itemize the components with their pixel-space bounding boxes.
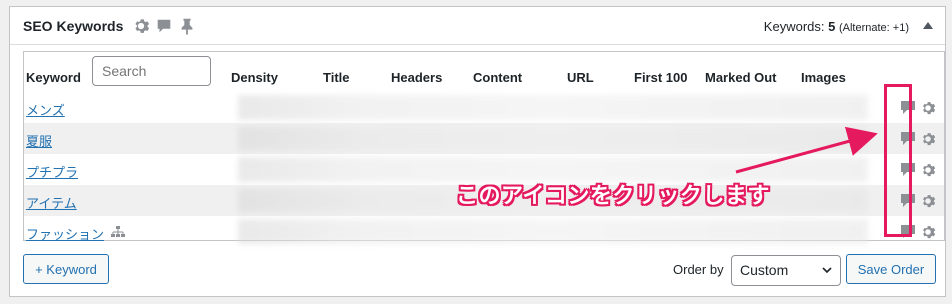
col-marked-out[interactable]: Marked Out	[705, 70, 777, 85]
pin-icon[interactable]	[178, 17, 196, 35]
add-keyword-button[interactable]: + Keyword	[23, 254, 109, 284]
col-headers[interactable]: Headers	[391, 70, 442, 85]
keyword-link[interactable]: アイテム	[26, 193, 77, 212]
col-keyword[interactable]: Keyword	[26, 70, 81, 85]
blurred-metrics	[238, 219, 868, 244]
chevron-down-icon	[822, 267, 832, 274]
col-images[interactable]: Images	[801, 70, 846, 85]
blurred-metrics	[238, 126, 868, 151]
order-by-label: Order by	[673, 262, 724, 277]
keywords-table: Keyword Density Title Headers Content UR…	[23, 51, 945, 244]
table-row: 夏服	[24, 123, 944, 154]
gear-icon[interactable]	[920, 131, 936, 147]
gear-icon[interactable]	[920, 193, 936, 209]
keyword-link[interactable]: 夏服	[26, 131, 52, 150]
alternate-count: (Alternate: +1)	[838, 22, 909, 34]
annotation-text: このアイコンをクリックします	[456, 183, 770, 208]
save-order-button[interactable]: Save Order	[846, 254, 936, 284]
table-row: メンズ	[24, 92, 944, 123]
comment-icon[interactable]	[155, 17, 173, 35]
order-by-select[interactable]: Custom	[731, 255, 841, 286]
gear-icon[interactable]	[132, 17, 150, 35]
col-url[interactable]: URL	[567, 70, 594, 85]
sitemap-icon[interactable]	[111, 226, 125, 238]
gear-icon[interactable]	[920, 162, 936, 178]
blurred-metrics	[238, 95, 868, 120]
col-content[interactable]: Content	[473, 70, 522, 85]
panel-header: SEO Keywords Keywords: 5 (Alternate: +1)	[10, 7, 945, 45]
search-input[interactable]	[92, 56, 211, 86]
keyword-link[interactable]: ファッション	[26, 224, 104, 243]
keyword-link[interactable]: プチプラ	[26, 162, 78, 181]
collapse-toggle-icon[interactable]	[923, 22, 933, 29]
seo-keywords-panel: SEO Keywords Keywords: 5 (Alternate: +1)…	[9, 6, 946, 297]
panel-title: SEO Keywords	[23, 18, 124, 34]
col-first-100[interactable]: First 100	[634, 70, 687, 85]
col-density[interactable]: Density	[231, 70, 278, 85]
gear-icon[interactable]	[920, 224, 936, 240]
keywords-count: Keywords: 5 (Alternate: +1)	[764, 19, 909, 34]
highlight-box	[884, 84, 912, 237]
col-title[interactable]: Title	[323, 70, 350, 85]
table-header: Keyword Density Title Headers Content UR…	[24, 52, 944, 92]
keywords-count-value: 5	[828, 19, 836, 34]
table-row: ファッション	[24, 216, 944, 247]
gear-icon[interactable]	[920, 100, 936, 116]
keyword-link[interactable]: メンズ	[26, 100, 65, 119]
order-by-value: Custom	[740, 262, 789, 278]
keywords-label: Keywords:	[763, 19, 825, 34]
